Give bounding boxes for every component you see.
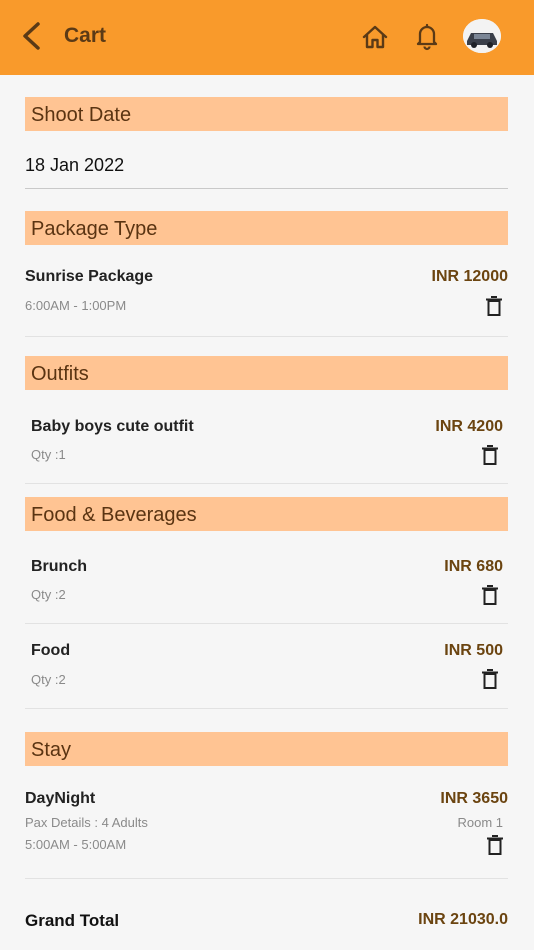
food-item-price: INR 500	[444, 642, 503, 659]
food-item-qty: Qty :2	[31, 672, 66, 687]
food-item-name: Brunch	[31, 558, 87, 575]
divider	[25, 336, 508, 337]
outfit-name: Baby boys cute outfit	[31, 418, 194, 435]
package-price: INR 12000	[431, 268, 509, 285]
food-item-qty: Qty :2	[31, 587, 66, 602]
grand-total-value: INR 21030.0	[418, 911, 508, 928]
food-item-price: INR 680	[444, 558, 503, 575]
section-title: Package Type	[31, 218, 158, 240]
package-name: Sunrise Package	[25, 268, 154, 285]
grand-total-label: Grand Total	[25, 911, 120, 930]
section-stay: Stay	[25, 732, 508, 766]
shoot-date-value[interactable]: 18 Jan 2022	[25, 155, 124, 176]
section-food-beverages: Food & Beverages	[25, 497, 508, 531]
date-underline	[25, 188, 508, 189]
app-bar: Cart	[0, 0, 534, 75]
divider	[25, 483, 508, 484]
stay-pax-details: Pax Details : 4 Adults	[25, 815, 148, 830]
delete-package-trash-icon[interactable]	[485, 296, 503, 316]
outfit-price: INR 4200	[435, 418, 503, 435]
stay-room: Room 1	[457, 815, 503, 830]
delete-brunch-trash-icon[interactable]	[481, 585, 499, 605]
section-package-type: Package Type	[25, 211, 508, 245]
section-title: Stay	[31, 739, 72, 761]
bell-icon[interactable]	[413, 21, 441, 51]
divider	[25, 708, 508, 709]
back-arrow-icon[interactable]	[18, 20, 46, 52]
user-avatar[interactable]	[463, 19, 501, 53]
package-time: 6:00AM - 1:00PM	[25, 298, 127, 313]
divider	[25, 878, 508, 879]
stay-name: DayNight	[25, 790, 96, 807]
food-item-name: Food	[31, 642, 71, 659]
delete-stay-trash-icon[interactable]	[486, 835, 504, 855]
page-title: Cart	[64, 24, 107, 47]
divider	[25, 623, 508, 624]
section-title: Food & Beverages	[31, 504, 197, 526]
delete-food-trash-icon[interactable]	[481, 669, 499, 689]
section-title: Outfits	[31, 363, 89, 385]
section-title: Shoot Date	[31, 104, 132, 126]
delete-outfit-trash-icon[interactable]	[481, 445, 499, 465]
section-shoot-date: Shoot Date	[25, 97, 508, 131]
stay-price: INR 3650	[440, 790, 508, 807]
outfit-qty: Qty :1	[31, 447, 66, 462]
home-icon[interactable]	[360, 22, 390, 52]
section-outfits: Outfits	[25, 356, 508, 390]
stay-time: 5:00AM - 5:00AM	[25, 837, 127, 852]
